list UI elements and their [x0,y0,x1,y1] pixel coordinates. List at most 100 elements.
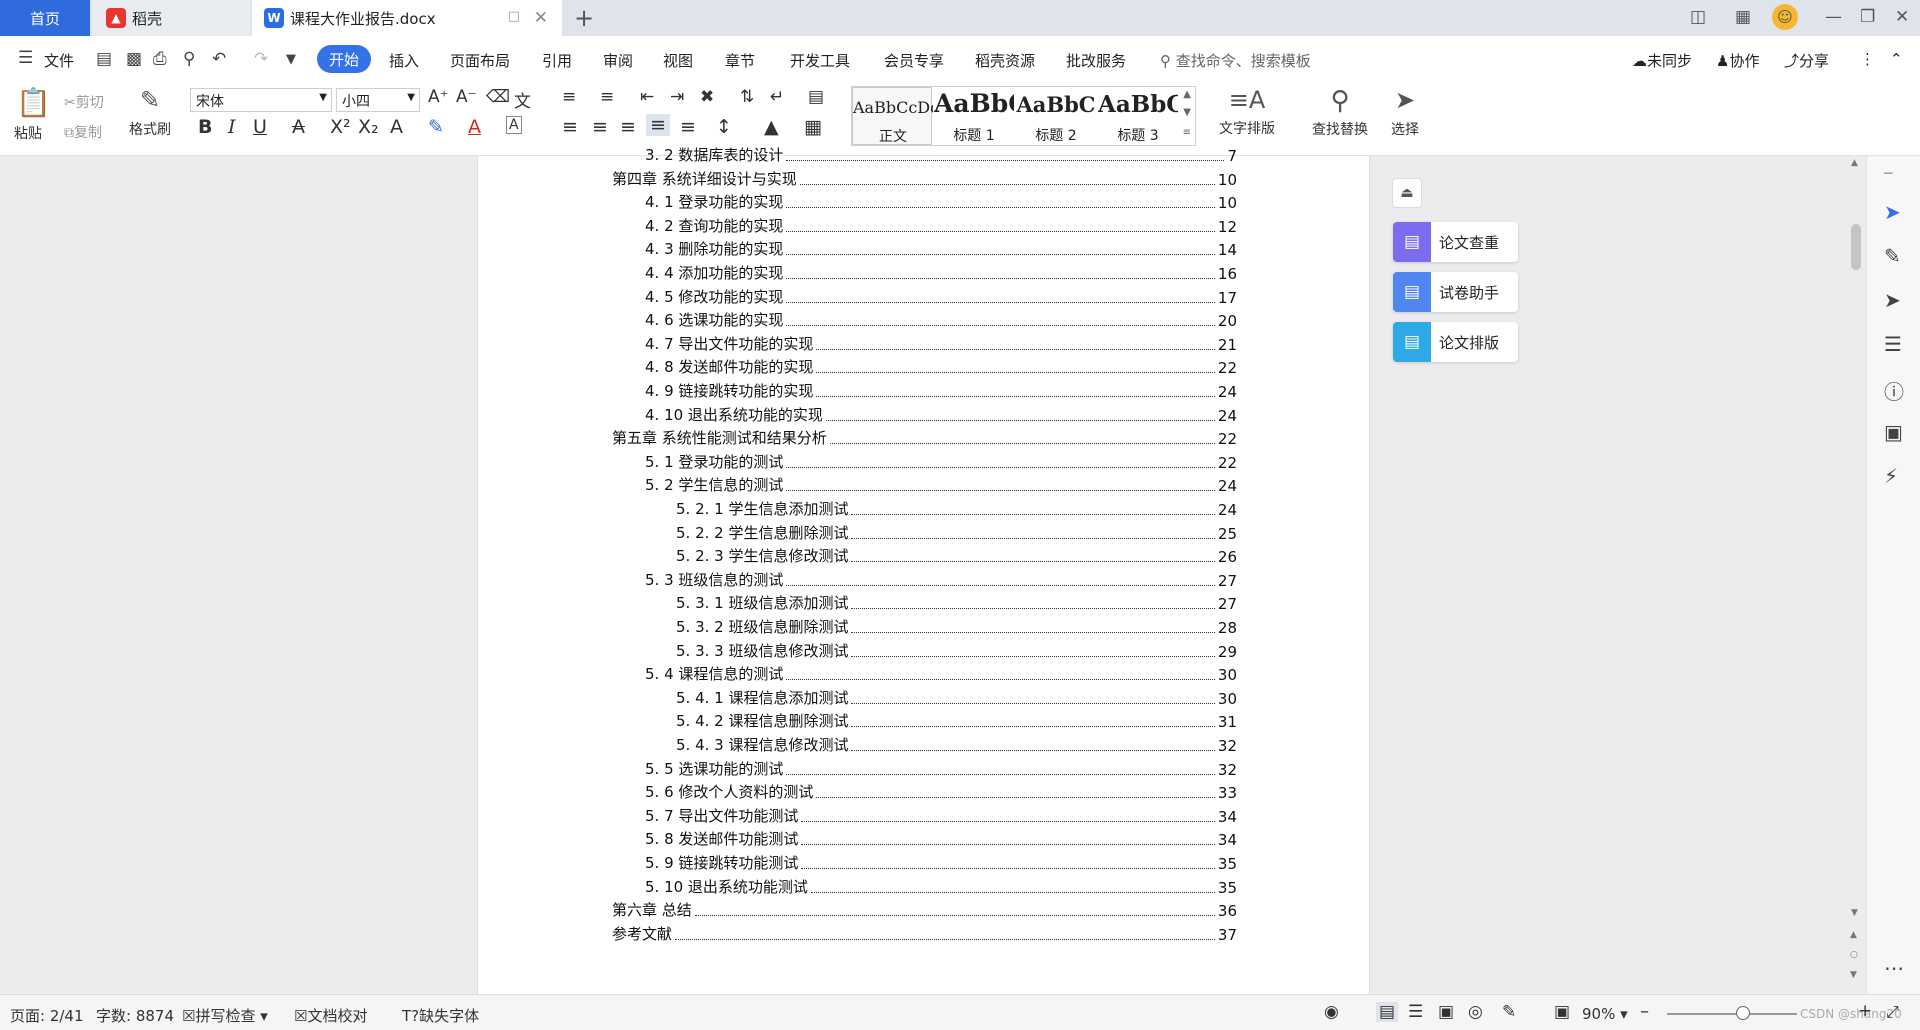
menu-file[interactable]: 文件 [44,50,74,71]
page-indicator[interactable]: 页面: 2/41 [10,1005,84,1026]
style-normal[interactable]: AaBbCcDd 正文 [852,87,933,145]
minimize-icon[interactable]: — [1825,7,1842,27]
toc-entry[interactable]: 5. 3. 1 班级信息添加测试 27 [676,591,1237,613]
zoom-select[interactable]: 90% ▾ [1582,1005,1628,1023]
toc-entry[interactable]: 第六章 总结 36 [612,898,1237,920]
toc-entry[interactable]: 4. 2 查询功能的实现 12 [645,214,1237,236]
phonetic-guide-icon[interactable]: 文 [514,87,531,112]
collab-button[interactable]: ♟协作 [1716,50,1759,71]
toc-entry[interactable]: 4. 4 添加功能的实现 16 [645,261,1237,283]
toc-entry[interactable]: 5. 9 链接跳转功能测试 35 [645,851,1237,873]
grow-font-icon[interactable]: A⁺ [428,87,449,107]
shading-icon[interactable]: ▲ [764,116,779,138]
prev-page-icon[interactable]: ▲ [1850,930,1857,940]
toc-entry[interactable]: 4. 7 导出文件功能的实现 21 [645,332,1237,354]
gallery-more-icon[interactable]: ≡ [1183,127,1191,138]
menu-references[interactable]: 引用 [542,50,572,71]
sidebar-handle-icon[interactable]: ─ [1884,166,1892,182]
avatar[interactable]: ☺ [1772,4,1798,30]
align-left-icon[interactable]: ≡ [562,116,578,138]
bullet-list-icon[interactable]: ≡ [562,87,576,107]
text-layout-button[interactable]: ≡A 文字排版 [1212,86,1282,138]
toc-entry[interactable]: 5. 8 发送邮件功能测试 34 [645,827,1237,849]
bold-icon[interactable]: B [198,116,212,138]
find-replace-button[interactable]: ⚲ 查找替换 [1304,86,1376,139]
fullscreen-icon[interactable]: ⤢ [1886,1002,1899,1022]
menu-start[interactable]: 开始 [317,45,371,73]
close-tab-icon[interactable]: ✕ [534,8,548,28]
more-menu-icon[interactable]: ⋮ [1860,50,1875,68]
toc-entry[interactable]: 4. 1 登录功能的实现 10 [645,190,1237,212]
text-direction-icon[interactable]: ⇅ [740,87,754,107]
toc-entry[interactable]: 5. 5 选课功能的测试 32 [645,757,1237,779]
toc-entry[interactable]: 5. 4. 3 课程信息修改测试 32 [676,733,1237,755]
toc-entry[interactable]: 5. 4. 1 课程信息添加测试 30 [676,686,1237,708]
more-dots-icon[interactable]: ⋯ [1884,956,1904,980]
strikethrough-icon[interactable]: A [292,116,305,138]
toc-entry[interactable]: 5. 10 退出系统功能测试 35 [645,875,1237,897]
zoom-slider-knob[interactable] [1736,1006,1750,1020]
font-size-select[interactable]: 小四 ▼ [336,88,420,112]
proofread-button[interactable]: ☒文档校对 [294,1005,367,1026]
image-icon[interactable]: ▣ [1884,420,1903,444]
char-border-icon[interactable]: A [506,116,522,134]
copy-button[interactable]: ⧉复制 [64,122,102,142]
subscript-icon[interactable]: X₂ [358,116,379,138]
tab-stops-icon[interactable]: ▤ [808,87,824,107]
superscript-icon[interactable]: X² [330,116,351,138]
new-tab-icon[interactable]: + [574,4,594,32]
menu-member[interactable]: 会员专享 [884,50,944,71]
undo-icon[interactable]: ↶ [212,49,226,69]
menu-daoke-resources[interactable]: 稻壳资源 [975,50,1035,71]
scroll-up-icon[interactable]: ▲ [1851,158,1858,168]
borders-icon[interactable]: ▦ [804,116,822,138]
toc-entry[interactable]: 4. 5 修改功能的实现 17 [645,285,1237,307]
menu-developer[interactable]: 开发工具 [790,50,850,71]
save-icon[interactable]: ▤ [96,49,112,69]
sliders-icon[interactable]: ☰ [1884,332,1902,356]
decrease-indent-icon[interactable]: ⇤ [640,87,654,107]
format-painter-button[interactable]: ✎ 格式刷 [128,86,172,139]
tab-document[interactable]: W 课程大作业报告.docx □ ✕ [252,0,562,36]
paragraph-mark-icon[interactable]: ↵ [770,87,784,107]
close-window-icon[interactable]: ✕ [1895,7,1909,27]
align-center-icon[interactable]: ≡ [592,116,608,138]
menu-correction[interactable]: 批改服务 [1066,50,1126,71]
toc-entry[interactable]: 5. 3. 2 班级信息删除测试 28 [676,615,1237,637]
zoom-in-icon[interactable]: + [1858,1001,1872,1021]
customize-dropdown-icon[interactable]: ▼ [286,52,296,67]
toc-entry[interactable]: 3. 2 数据库表的设计 7 [645,143,1237,165]
toc-entry[interactable]: 5. 3. 3 班级信息修改测试 29 [676,639,1237,661]
collapse-ribbon-icon[interactable]: ⌃ [1890,50,1903,68]
tab-home[interactable]: 首页 [0,0,90,36]
toc-entry[interactable]: 4. 9 链接跳转功能的实现 24 [645,379,1237,401]
numbered-list-icon[interactable]: ≡ [600,87,614,107]
paper-format-button[interactable]: ▤ 论文排版 [1393,322,1518,362]
zoom-out-icon[interactable]: – [1640,1001,1649,1022]
tab-daoke[interactable]: ▲ 稻壳 [92,0,250,36]
pen-icon[interactable]: ✎ [1884,244,1901,268]
distributed-align-icon[interactable]: ≡ [680,116,696,138]
italic-icon[interactable]: I [228,116,236,138]
toc-entry[interactable]: 第四章 系统详细设计与实现 10 [612,167,1237,189]
text-effect-icon[interactable]: A [390,116,403,138]
vertical-scrollbar[interactable]: ▲ ▼ ▲ ○ ▼ [1846,156,1866,994]
print-preview-icon[interactable]: ⚲ [183,49,195,69]
underline-icon[interactable]: U [253,116,267,138]
toc-entry[interactable]: 4. 6 选课功能的实现 20 [645,308,1237,330]
justify-icon[interactable]: ≡ [646,114,670,136]
toc-entry[interactable]: 4. 8 发送邮件功能的实现 22 [645,355,1237,377]
highlight-icon[interactable]: ✎ [428,116,444,138]
spell-check-button[interactable]: ☒拼写检查 ▾ [182,1005,268,1026]
line-spacing-icon[interactable]: ↕ [716,116,732,138]
scroll-thumb[interactable] [1851,224,1861,270]
select-browse-icon[interactable]: ○ [1850,950,1858,960]
align-right-icon[interactable]: ≡ [620,116,636,138]
font-color-icon[interactable]: A [468,116,481,138]
paper-check-button[interactable]: ▤ 论文查重 [1393,222,1518,262]
pin-icon[interactable]: □ [508,9,520,24]
toc-entry[interactable]: 5. 6 修改个人资料的测试 33 [645,780,1237,802]
hamburger-icon[interactable]: ☰ [18,48,33,68]
toc-entry[interactable]: 5. 2. 1 学生信息添加测试 24 [676,497,1237,519]
exam-assistant-button[interactable]: ▤ 试卷助手 [1393,272,1518,312]
